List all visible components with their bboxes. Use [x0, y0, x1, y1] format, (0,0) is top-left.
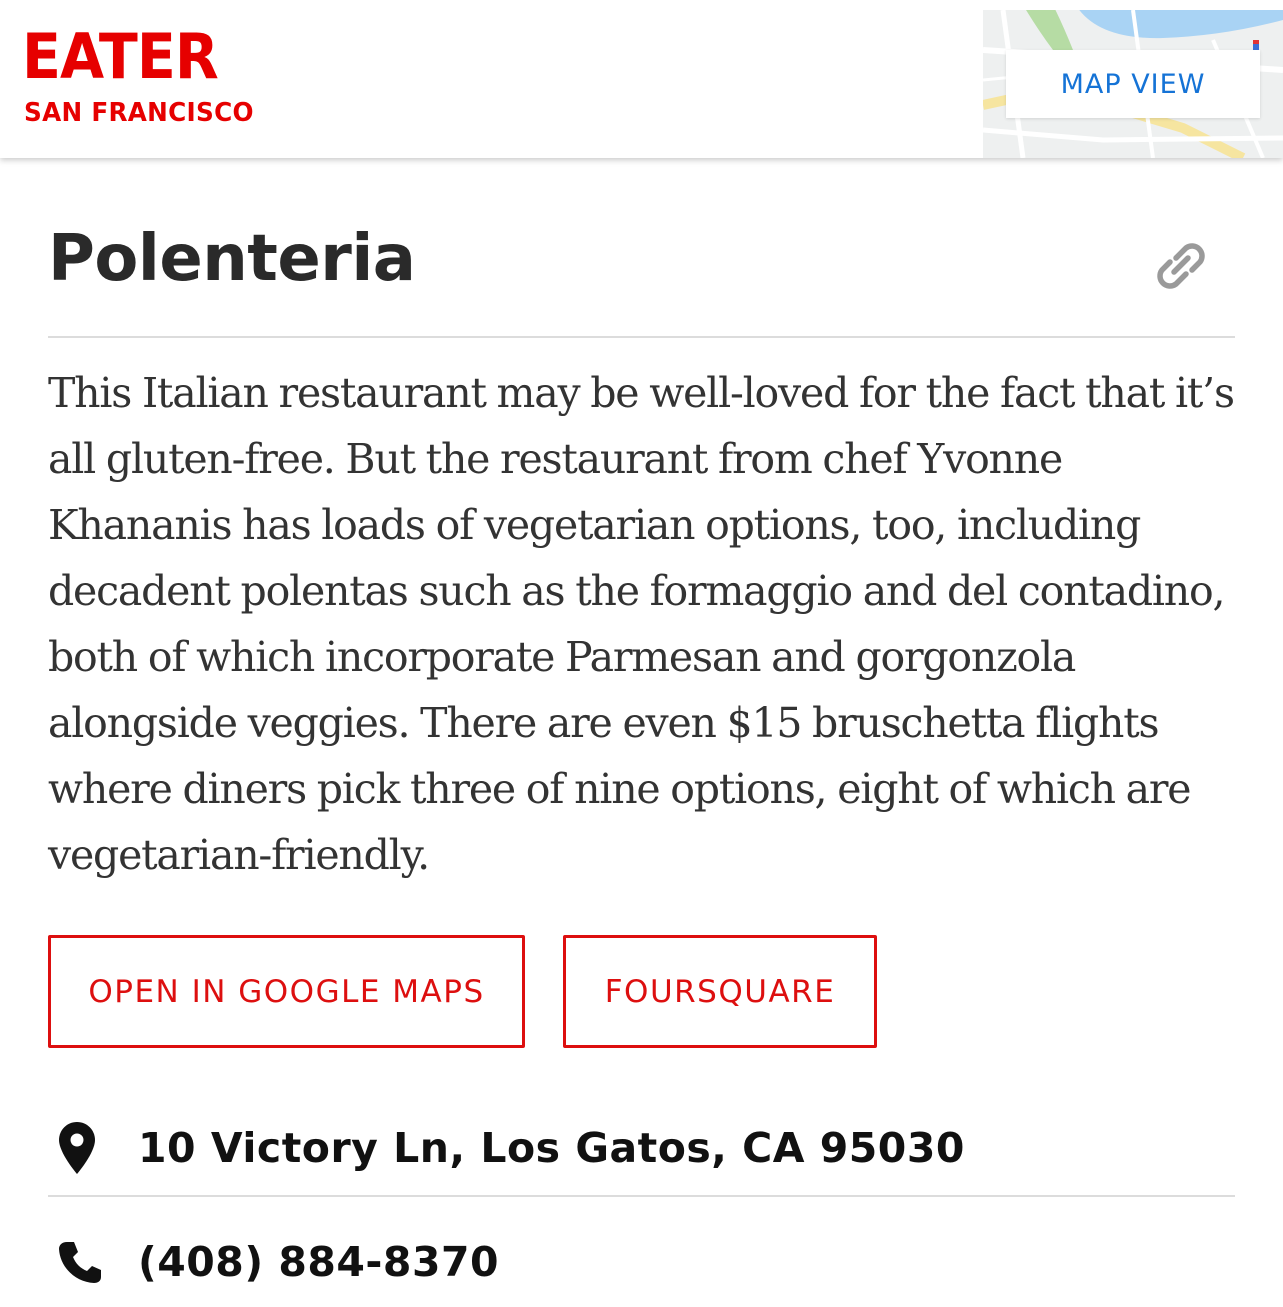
eater-logo[interactable]: EATER — [22, 26, 219, 88]
foursquare-button[interactable]: FOURSQUARE — [563, 935, 877, 1048]
map-thumbnail[interactable]: MAP VIEW — [983, 10, 1283, 158]
map-view-button[interactable]: MAP VIEW — [1006, 50, 1260, 118]
phone-row[interactable]: (408) 884-8370 — [48, 1217, 1235, 1307]
site-header: EATER SAN FRANCISCO MAP VIEW — [0, 0, 1283, 158]
open-in-google-maps-button[interactable]: OPEN IN GOOGLE MAPS — [48, 935, 525, 1048]
city-label[interactable]: SAN FRANCISCO — [24, 100, 254, 126]
phone-text[interactable]: (408) 884-8370 — [138, 1238, 499, 1286]
venue-description: This Italian restaurant may be well-love… — [48, 369, 1235, 879]
address-text[interactable]: 10 Victory Ln, Los Gatos, CA 95030 — [138, 1124, 965, 1172]
phone-icon — [58, 1227, 120, 1297]
link-icon[interactable] — [1150, 236, 1212, 296]
address-divider — [48, 1195, 1235, 1197]
map-pin-icon — [58, 1113, 120, 1183]
address-row[interactable]: 10 Victory Ln, Los Gatos, CA 95030 — [48, 1103, 1235, 1193]
title-divider — [48, 336, 1235, 338]
venue-title: Polenteria — [48, 222, 416, 296]
